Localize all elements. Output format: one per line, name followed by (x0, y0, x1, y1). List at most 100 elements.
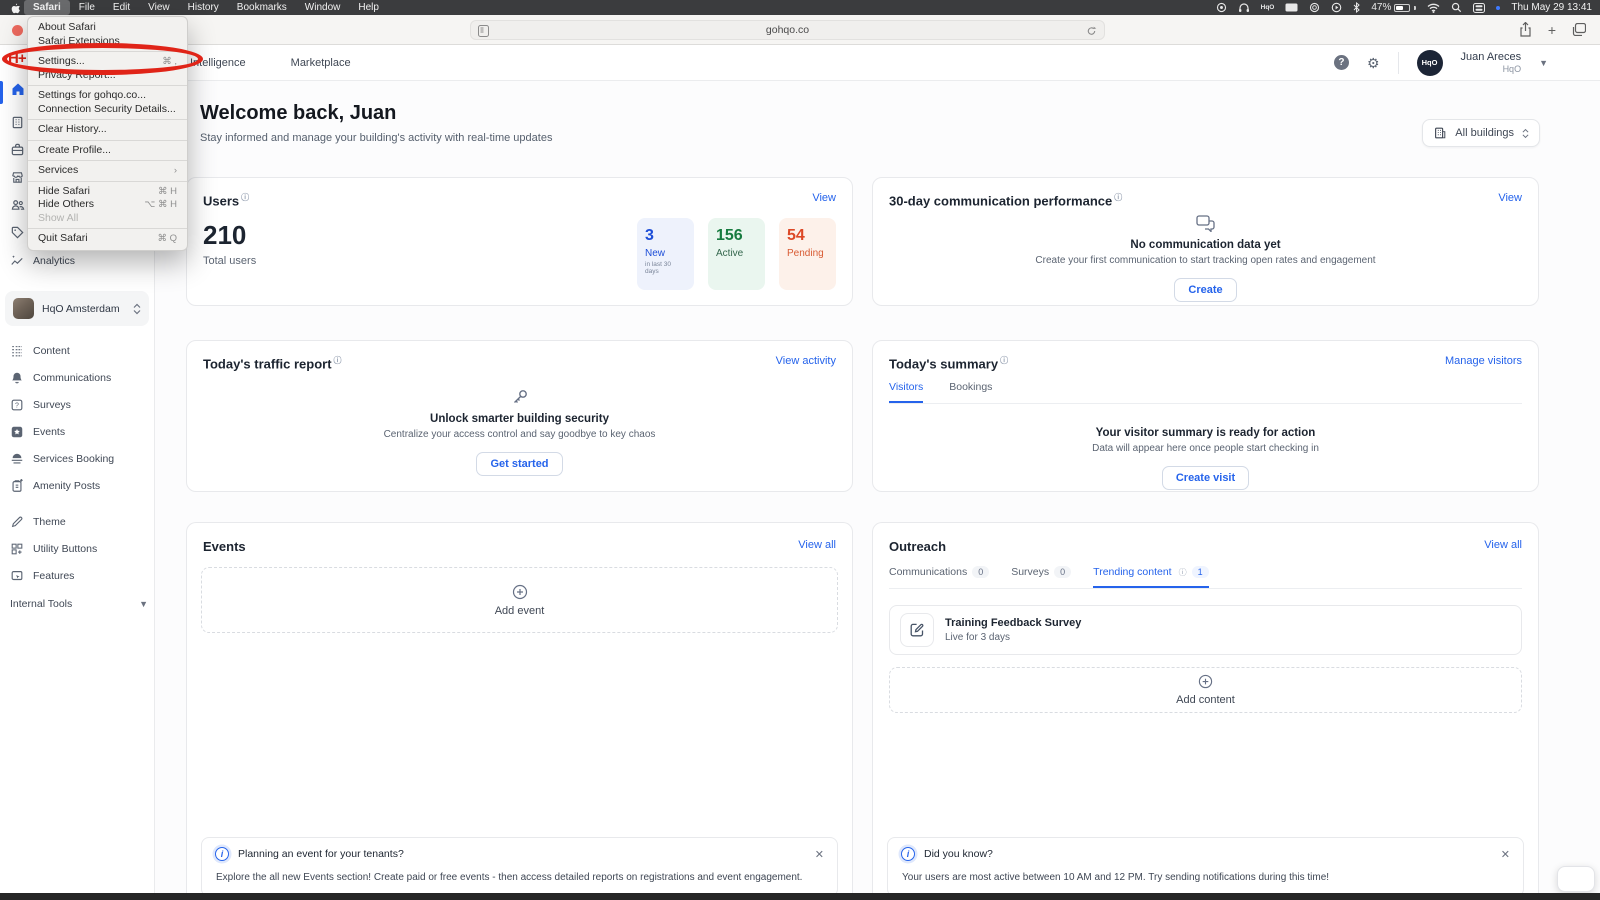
spotlight-search-icon[interactable] (1451, 2, 1462, 13)
traffic-card-title: Today's traffic reportⓘ (203, 355, 342, 371)
manage-visitors-link[interactable]: Manage visitors (1445, 355, 1522, 367)
menubar-item-file[interactable]: File (70, 0, 104, 15)
tab-overview-icon[interactable] (1572, 23, 1586, 36)
close-window-traffic-light[interactable] (12, 25, 23, 36)
sidebar-item-events[interactable]: Events (10, 424, 148, 440)
menubar-clock[interactable]: Thu May 29 13:41 (1511, 2, 1592, 13)
sidebar-item-surveys[interactable]: ? Surveys (10, 397, 148, 413)
menubar-item-bookmarks[interactable]: Bookmarks (228, 0, 296, 15)
add-event-dropzone[interactable]: Add event (201, 567, 838, 633)
play-status-icon[interactable] (1331, 2, 1342, 13)
events-card: Events View all Add event i Planning an … (186, 522, 853, 900)
close-icon[interactable]: ✕ (1501, 848, 1510, 861)
storefront-icon[interactable] (10, 170, 25, 185)
settings-wheel-status-icon[interactable] (1309, 2, 1320, 13)
trending-content-item[interactable]: Training Feedback Survey Live for 3 days (889, 605, 1522, 655)
gear-status-icon[interactable] (1216, 2, 1227, 13)
traffic-empty-desc: Centralize your access control and say g… (384, 429, 656, 440)
sidebar-item-features[interactable]: Features (10, 568, 148, 584)
building-icon[interactable] (10, 115, 25, 130)
tab-trending-content[interactable]: Trending content ⓘ 1 (1093, 566, 1208, 588)
info-icon: ⓘ (241, 193, 249, 202)
create-visit-button[interactable]: Create visit (1162, 466, 1249, 490)
people-icon[interactable] (10, 197, 26, 212)
safari-toolbar: gohqo.co + (0, 15, 1600, 45)
user-info[interactable]: Juan Areces HqO (1461, 51, 1522, 74)
add-content-dropzone[interactable]: Add content (889, 667, 1522, 713)
reader-sidebar-icon[interactable] (478, 25, 489, 37)
wifi-status-icon[interactable] (1427, 3, 1440, 13)
display-status-icon[interactable] (1285, 3, 1298, 13)
chat-launcher[interactable] (1557, 866, 1595, 892)
events-view-all-link[interactable]: View all (798, 539, 836, 551)
menu-item-services[interactable]: Services› (28, 164, 187, 178)
add-event-label: Add event (495, 605, 545, 617)
menu-item-about-safari[interactable]: About Safari (28, 21, 187, 35)
menu-separator (28, 228, 187, 229)
events-tip-body: Explore the all new Events section! Crea… (215, 872, 824, 883)
sidebar-item-content[interactable]: Content (10, 343, 148, 359)
tab-surveys[interactable]: Surveys 0 (1011, 566, 1071, 588)
apple-menu-icon[interactable] (8, 2, 22, 14)
reload-icon[interactable] (1086, 25, 1097, 37)
comm-view-link[interactable]: View (1498, 192, 1522, 204)
menu-separator (28, 181, 187, 182)
home-icon[interactable] (10, 81, 26, 97)
menubar-item-window[interactable]: Window (296, 0, 350, 15)
trending-count-badge: 1 (1192, 566, 1209, 578)
menu-item-settings-for-site[interactable]: Settings for gohqo.co... (28, 89, 187, 103)
menu-item-hide-others[interactable]: Hide Others⌥ ⌘ H (28, 198, 187, 212)
survey-icon: ? (10, 398, 24, 412)
close-icon[interactable]: ✕ (815, 848, 824, 861)
menu-item-connection-security[interactable]: Connection Security Details... (28, 103, 187, 117)
sidebar-item-communications[interactable]: Communications (10, 370, 148, 386)
share-icon[interactable] (1519, 22, 1532, 37)
headphones-status-icon[interactable] (1238, 2, 1250, 13)
info-circle-icon: i (901, 847, 915, 861)
menubar-item-edit[interactable]: Edit (104, 0, 139, 15)
chat-bubbles-icon (1196, 215, 1216, 232)
sidebar-item-services-booking[interactable]: Services Booking (10, 451, 148, 467)
sidebar-item-theme[interactable]: Theme (10, 514, 148, 530)
avatar[interactable]: HqO (1417, 50, 1443, 76)
control-center-icon[interactable] (1473, 3, 1485, 13)
menu-separator (28, 119, 187, 120)
grid-plus-icon (10, 542, 24, 556)
create-communication-button[interactable]: Create (1174, 278, 1236, 302)
menubar-item-history[interactable]: History (179, 0, 228, 15)
menu-item-hide-safari[interactable]: Hide Safari⌘ H (28, 185, 187, 199)
building-selector[interactable]: HqO Amsterdam (5, 291, 149, 326)
tab-visitors[interactable]: Visitors (889, 381, 923, 403)
battery-status-icon[interactable]: 47% (1371, 2, 1416, 13)
menubar-item-help[interactable]: Help (349, 0, 388, 15)
tag-icon[interactable] (10, 225, 25, 240)
new-tab-icon[interactable]: + (1548, 23, 1556, 37)
bluetooth-status-icon[interactable] (1353, 2, 1360, 13)
settings-gear-icon[interactable]: ⚙ (1367, 56, 1380, 70)
sidebar-item-amenity-posts[interactable]: Amenity Posts (10, 478, 148, 494)
menubar-item-view[interactable]: View (139, 0, 179, 15)
building-filter[interactable]: All buildings (1422, 119, 1540, 147)
view-activity-link[interactable]: View activity (776, 355, 836, 367)
hqo-status-icon[interactable]: HqO (1261, 4, 1275, 11)
menubar-item-safari[interactable]: Safari (24, 0, 70, 15)
info-icon: ⓘ (1114, 193, 1122, 202)
sidebar-item-utility-buttons[interactable]: Utility Buttons (10, 541, 148, 557)
help-icon[interactable]: ? (1334, 55, 1349, 70)
sidebar-item-analytics[interactable]: Analytics (10, 253, 148, 269)
address-bar[interactable]: gohqo.co (470, 20, 1105, 40)
battery-percent: 47% (1371, 2, 1391, 13)
users-view-link[interactable]: View (812, 192, 836, 204)
menu-item-create-profile[interactable]: Create Profile... (28, 144, 187, 158)
bell-icon (10, 371, 24, 385)
briefcase-icon[interactable] (10, 142, 25, 157)
tab-bookings[interactable]: Bookings (949, 381, 992, 403)
get-started-button[interactable]: Get started (476, 452, 562, 476)
tab-communications[interactable]: Communications 0 (889, 566, 989, 588)
user-menu-chevron-icon[interactable]: ▼ (1539, 58, 1548, 68)
menu-item-quit-safari[interactable]: Quit Safari⌘ Q (28, 232, 187, 246)
outreach-view-all-link[interactable]: View all (1484, 539, 1522, 551)
menu-item-clear-history[interactable]: Clear History... (28, 123, 187, 137)
sidebar-item-internal-tools[interactable]: Internal Tools ▼ (10, 596, 148, 612)
nav-marketplace[interactable]: Marketplace (291, 57, 351, 69)
